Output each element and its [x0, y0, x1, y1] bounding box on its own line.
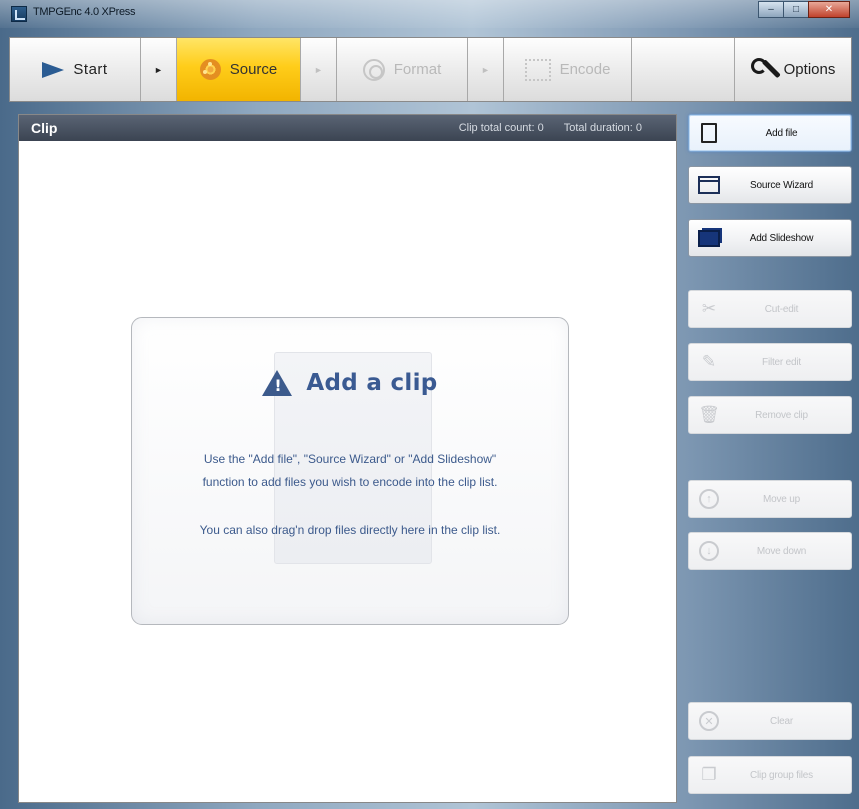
clear-icon: ✕: [698, 710, 720, 732]
clip-group-files-label: Clip group files: [750, 769, 813, 781]
empty-state-line-3: You can also drag'n drop files directly …: [199, 523, 501, 537]
source-wizard-icon: [698, 174, 720, 196]
encode-icon: [524, 58, 551, 81]
move-down-label: Move down: [756, 545, 807, 557]
source-label: Source: [229, 61, 278, 78]
empty-state-line-2: function to add files you wish to encode…: [202, 475, 498, 489]
warning-icon: [262, 370, 293, 396]
step-arrow-2: ►: [301, 38, 337, 101]
app-icon: [11, 6, 27, 22]
add-file-label: Add file: [765, 127, 798, 139]
format-icon: [362, 58, 385, 81]
empty-state-line-1: Use the "Add file", "Source Wizard" or "…: [203, 452, 497, 466]
trash-icon: 🗑: [698, 405, 720, 424]
move-up-label: Move up: [763, 493, 800, 505]
cut-edit-label: Cut-edit: [764, 303, 799, 315]
empty-state-title: Add a clip: [306, 370, 438, 396]
wrench-icon: [750, 57, 775, 82]
title-bar: TMPGEnc 4.0 XPress – □ ✕: [0, 0, 859, 28]
step-arrow-1: ►: [141, 38, 177, 101]
clip-total-duration: Total duration: 0: [563, 122, 642, 134]
toolbar-spacer: [632, 38, 735, 101]
arrow-down-icon: ↓: [698, 540, 720, 562]
clip-stats: Clip total count: 0 Total duration: 0: [459, 122, 642, 134]
action-sidebar: Add file Source Wizard Add Slideshow ✂ C…: [682, 110, 859, 809]
clip-header: Clip Clip total count: 0 Total duration:…: [19, 115, 676, 141]
options-label: Options: [783, 61, 836, 78]
empty-state-card: Add a clip Use the "Add file", "Source W…: [131, 317, 569, 625]
film-reel-icon: [199, 59, 221, 80]
arrow-up-icon: ↑: [698, 488, 720, 510]
add-file-icon: [698, 122, 720, 144]
play-icon: [42, 61, 65, 78]
remove-clip-label: Remove clip: [755, 409, 808, 421]
close-button[interactable]: ✕: [808, 1, 850, 18]
filter-edit-button[interactable]: ✎ Filter edit: [688, 343, 852, 381]
source-wizard-button[interactable]: Source Wizard: [688, 166, 852, 204]
format-label: Format: [393, 61, 442, 78]
filter-edit-label: Filter edit: [762, 356, 801, 368]
source-step-button[interactable]: Source: [177, 38, 301, 101]
clip-total-count: Clip total count: 0: [458, 122, 544, 134]
move-down-button[interactable]: ↓ Move down: [688, 532, 852, 570]
cut-edit-button[interactable]: ✂ Cut-edit: [688, 290, 852, 328]
clip-list-panel[interactable]: Clip Clip total count: 0 Total duration:…: [18, 114, 677, 803]
clip-title: Clip: [31, 120, 58, 136]
format-step-button[interactable]: Format: [337, 38, 468, 101]
options-button[interactable]: Options: [735, 38, 851, 101]
empty-state-heading: Add a clip: [132, 370, 568, 396]
slideshow-icon: [698, 227, 720, 249]
encode-step-button[interactable]: Encode: [504, 38, 632, 101]
main-toolbar: Start ► Source ► Format ► Encode Options: [9, 37, 852, 102]
filter-edit-icon: ✎: [701, 352, 717, 371]
source-wizard-label: Source Wizard: [750, 179, 813, 191]
clear-button[interactable]: ✕ Clear: [688, 702, 852, 740]
clear-label: Clear: [770, 715, 793, 727]
remove-clip-button[interactable]: 🗑 Remove clip: [688, 396, 852, 434]
step-arrow-3: ►: [468, 38, 504, 101]
scissors-icon: ✂: [701, 299, 717, 318]
start-label: Start: [73, 61, 108, 78]
maximize-button[interactable]: □: [783, 1, 809, 18]
move-up-button[interactable]: ↑ Move up: [688, 480, 852, 518]
add-slideshow-button[interactable]: Add Slideshow: [688, 219, 852, 257]
minimize-button[interactable]: –: [758, 1, 784, 18]
add-slideshow-label: Add Slideshow: [749, 232, 814, 244]
start-step-button[interactable]: Start: [10, 38, 141, 101]
encode-label: Encode: [559, 61, 611, 78]
window-controls: – □ ✕: [758, 1, 850, 18]
clip-group-files-button[interactable]: ❐ Clip group files: [688, 756, 852, 794]
add-file-button[interactable]: Add file: [688, 114, 852, 152]
app-window: TMPGEnc 4.0 XPress – □ ✕ Start ► Source …: [0, 0, 859, 809]
window-title: TMPGEnc 4.0 XPress: [33, 6, 136, 18]
group-files-icon: ❐: [701, 765, 717, 784]
